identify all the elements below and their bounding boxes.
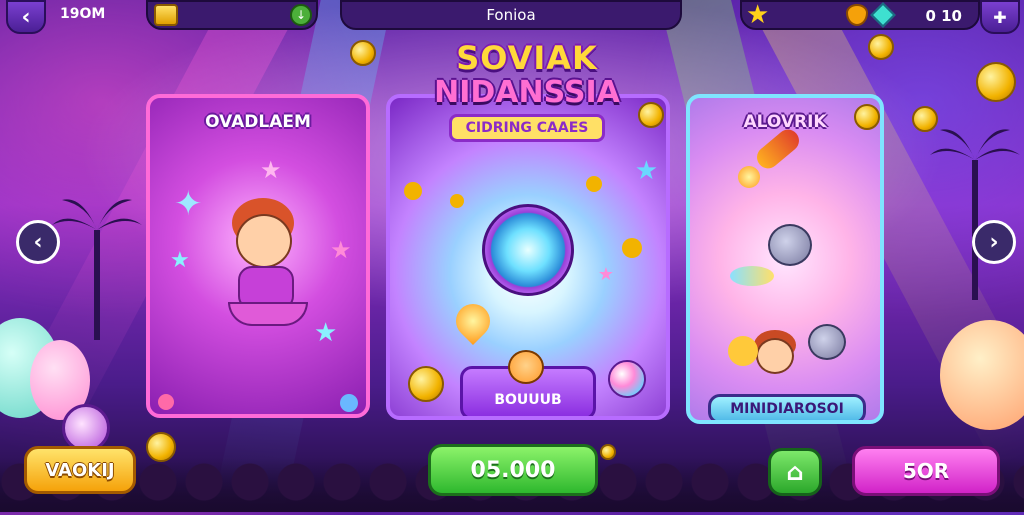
left-action-label: VAOKIJ (45, 459, 115, 481)
coin-icon (976, 62, 1016, 102)
next-arrow-button[interactable]: › (972, 220, 1016, 264)
creature-icon (808, 324, 846, 360)
coin-icon (146, 432, 176, 462)
star-icon: ★ (260, 156, 282, 184)
gift-button[interactable]: ✚ (980, 0, 1020, 34)
badge-label: BOUUUB (494, 392, 562, 408)
card-badge[interactable]: MINIDIAROSOI (708, 394, 866, 420)
coin-icon (450, 194, 464, 208)
back-button[interactable]: ‹ (6, 0, 46, 34)
orb-icon (340, 394, 358, 412)
character-face (756, 338, 794, 374)
game-logo: SOVIAK NIDANSSIA CIDRING CAAES (412, 40, 642, 156)
title-bar: Fonioa (340, 0, 682, 30)
coin-icon (622, 238, 642, 258)
price-label: 05.000 (470, 457, 556, 483)
score-label: 19OM (60, 6, 106, 22)
chevron-left-icon: ‹ (21, 4, 31, 30)
coin-icon (912, 106, 938, 132)
energy-orb-gadget (482, 204, 574, 296)
chevron-right-icon: › (989, 229, 999, 255)
sphere-icon (608, 360, 646, 398)
creature-icon (768, 224, 812, 266)
coin-icon (408, 366, 444, 402)
star-icon: ★ (634, 156, 658, 186)
star-icon: ★ (170, 248, 190, 273)
coin-icon (600, 444, 616, 460)
character-boy (218, 198, 318, 338)
coin-icon (404, 182, 422, 200)
top-bar: ‹ 19OM ↓ Fonioa ★ 0 10 ✚ (0, 0, 1024, 34)
character-face (236, 214, 292, 268)
download-icon[interactable]: ↓ (290, 4, 312, 26)
left-action-button[interactable]: VAOKIJ (24, 446, 136, 494)
gem-value: 0 10 (925, 7, 962, 25)
shield-icon (846, 4, 868, 26)
coin-icon (638, 102, 664, 128)
star-icon: ★ (330, 236, 352, 264)
coin-icon (350, 40, 376, 66)
right-action-label: 5OR (902, 459, 950, 483)
resource-bar: ↓ (146, 0, 318, 30)
rocket-flame (448, 296, 498, 346)
butterfly-icon: ✦ (174, 184, 203, 224)
chest-icon (154, 4, 178, 26)
character-vehicle (228, 302, 308, 326)
mascot-icon (508, 350, 544, 384)
card-left[interactable]: OVADLAEM ★ ✦ ★ ★ ★ (146, 94, 370, 418)
character-kid (750, 330, 800, 386)
home-icon: ⌂ (786, 458, 804, 486)
balloon-right (940, 320, 1024, 430)
home-button[interactable]: ⌂ (768, 448, 822, 496)
pompom-icon (728, 336, 758, 366)
palm-tree-right (930, 129, 1020, 300)
gem-icon (870, 2, 896, 28)
price-button[interactable]: 05.000 (428, 444, 598, 496)
coin-icon (586, 176, 602, 192)
comet-icon (730, 266, 774, 286)
star-icon: ★ (597, 264, 614, 285)
palm-tree-left (52, 199, 142, 340)
rocket-icon (752, 125, 804, 173)
orb-icon (158, 394, 174, 410)
page-title: Fonioa (486, 6, 536, 24)
rocket-flame (738, 166, 760, 188)
logo-subtitle: CIDRING CAAES (448, 114, 606, 142)
star-icon: ★ (746, 0, 770, 30)
currency-bar: ★ 0 10 (740, 0, 980, 30)
badge-label: MINIDIAROSOI (730, 401, 844, 417)
card-title: OVADLAEM (205, 112, 311, 132)
badge-emblem-icon (62, 404, 110, 452)
chevron-left-icon: ‹ (33, 229, 43, 255)
logo-line-1: SOVIAK (456, 39, 598, 77)
gift-icon: ✚ (993, 7, 1007, 27)
coin-icon (868, 34, 894, 60)
right-action-button[interactable]: 5OR (852, 446, 1000, 496)
coin-icon (854, 104, 880, 130)
card-right[interactable]: ALOVRIK MINIDIAROSOI (686, 94, 884, 424)
prev-arrow-button[interactable]: ‹ (16, 220, 60, 264)
logo-line-2: NIDANSSIA (434, 75, 620, 110)
